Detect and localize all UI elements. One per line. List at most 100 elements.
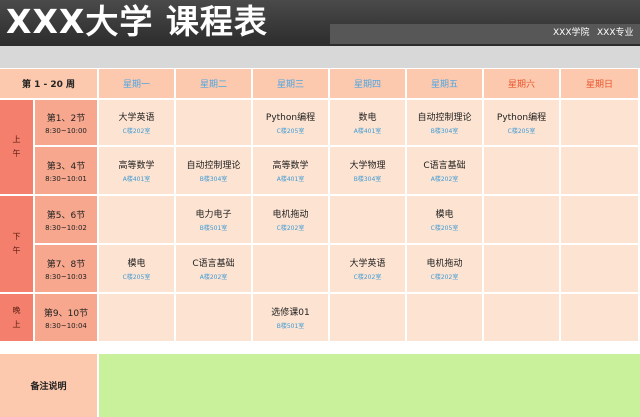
period-time: 8:30~10:03 bbox=[45, 272, 87, 281]
course-cell[interactable]: 大学英语 C楼202室 bbox=[330, 245, 405, 292]
session-label: 下 午 bbox=[12, 232, 21, 255]
course-cell[interactable]: 自动控制理论 B楼304室 bbox=[176, 147, 251, 194]
course-name: C语言基础 bbox=[423, 161, 466, 171]
course-name: 模电 bbox=[127, 259, 146, 269]
course-cell[interactable]: 自动控制理论 B楼304室 bbox=[407, 100, 482, 145]
course-name: 自动控制理论 bbox=[186, 161, 241, 171]
course-cell[interactable]: 模电 C楼205室 bbox=[99, 245, 174, 292]
course-cell[interactable]: 模电 C楼205室 bbox=[407, 196, 482, 243]
empty-cell[interactable] bbox=[330, 196, 405, 243]
course-cell[interactable]: Python编程 C楼205室 bbox=[484, 100, 559, 145]
course-room: A楼401室 bbox=[276, 176, 305, 183]
period-name: 第3、4节 bbox=[46, 161, 86, 172]
course-room: A楼202室 bbox=[199, 274, 228, 281]
period-cell: 第5、6节 8:30~10:02 bbox=[35, 196, 97, 243]
course-name: 高等数学 bbox=[272, 161, 309, 171]
period-name: 第7、8节 bbox=[46, 259, 86, 270]
period-time: 8:30~10:01 bbox=[45, 174, 87, 183]
course-cell[interactable]: 大学英语 C楼202室 bbox=[99, 100, 174, 145]
course-room: C楼205室 bbox=[507, 128, 536, 135]
course-room: A楼401室 bbox=[353, 128, 382, 135]
day-header-label: 星期日 bbox=[585, 80, 613, 90]
course-cell[interactable]: Python编程 C楼205室 bbox=[253, 100, 328, 145]
period-cell: 第9、10节 8:30~10:04 bbox=[35, 294, 97, 341]
divider-bar bbox=[0, 46, 640, 68]
empty-cell[interactable] bbox=[176, 100, 251, 145]
course-room: B楼304室 bbox=[430, 128, 459, 135]
course-name: 大学物理 bbox=[349, 161, 386, 171]
course-cell[interactable]: 电机拖动 C楼202室 bbox=[253, 196, 328, 243]
empty-cell[interactable] bbox=[561, 294, 638, 341]
empty-cell[interactable] bbox=[330, 294, 405, 341]
major-label: XXX专业 bbox=[597, 28, 634, 38]
course-name: 选修课01 bbox=[271, 308, 310, 318]
period-time: 8:30~10:04 bbox=[45, 321, 87, 330]
period-time: 8:30~10:02 bbox=[45, 223, 87, 232]
day-header-label: 星期五 bbox=[430, 80, 458, 90]
period-time: 8:30~10:00 bbox=[45, 126, 87, 135]
empty-cell[interactable] bbox=[561, 100, 638, 145]
course-name: 电机拖动 bbox=[426, 259, 463, 269]
empty-cell[interactable] bbox=[99, 294, 174, 341]
course-room: C楼205室 bbox=[430, 225, 459, 232]
empty-cell[interactable] bbox=[253, 245, 328, 292]
course-room: C楼205室 bbox=[276, 128, 305, 135]
course-room: C楼202室 bbox=[276, 225, 305, 232]
course-name: 自动控制理论 bbox=[417, 113, 472, 123]
course-room: C楼202室 bbox=[430, 274, 459, 281]
empty-cell[interactable] bbox=[484, 196, 559, 243]
course-room: A楼202室 bbox=[430, 176, 459, 183]
course-room: C楼202室 bbox=[353, 274, 382, 281]
page-title: XXX大学 课程表 bbox=[6, 2, 268, 41]
remarks-label: 备注说明 bbox=[0, 354, 97, 417]
week-range-cell: 第 1 - 20 周 bbox=[0, 69, 97, 98]
day-header-label: 星期三 bbox=[276, 80, 304, 90]
header-subbar bbox=[330, 24, 640, 44]
day-header-1: 星期一 bbox=[99, 69, 174, 98]
empty-cell[interactable] bbox=[561, 196, 638, 243]
day-header-2: 星期二 bbox=[176, 69, 251, 98]
course-name: 大学英语 bbox=[118, 113, 155, 123]
day-header-label: 星期二 bbox=[199, 80, 227, 90]
course-cell[interactable]: 高等数学 A楼401室 bbox=[253, 147, 328, 194]
day-header-label: 星期六 bbox=[507, 80, 535, 90]
session-cell: 下 午 bbox=[0, 196, 33, 292]
course-name: 数电 bbox=[358, 113, 377, 123]
period-cell: 第7、8节 8:30~10:03 bbox=[35, 245, 97, 292]
day-header-label: 星期一 bbox=[122, 80, 150, 90]
course-room: B楼501室 bbox=[199, 225, 228, 232]
empty-cell[interactable] bbox=[561, 147, 638, 194]
empty-cell[interactable] bbox=[407, 294, 482, 341]
remarks-area[interactable] bbox=[99, 354, 640, 417]
session-cell: 晚 上 bbox=[0, 294, 33, 341]
course-cell[interactable]: C语言基础 A楼202室 bbox=[407, 147, 482, 194]
course-cell[interactable]: 电机拖动 C楼202室 bbox=[407, 245, 482, 292]
day-header-4: 星期四 bbox=[330, 69, 405, 98]
session-label: 晚 上 bbox=[12, 305, 21, 329]
course-name: C语言基础 bbox=[192, 259, 235, 269]
course-name: Python编程 bbox=[496, 113, 547, 123]
empty-cell[interactable] bbox=[484, 294, 559, 341]
course-cell[interactable]: 数电 A楼401室 bbox=[330, 100, 405, 145]
course-cell[interactable]: 选修课01 B楼501室 bbox=[253, 294, 328, 341]
day-header-7: 星期日 bbox=[561, 69, 638, 98]
period-cell: 第3、4节 8:30~10:01 bbox=[35, 147, 97, 194]
course-name: 高等数学 bbox=[118, 161, 155, 171]
session-cell: 上 午 bbox=[0, 100, 33, 194]
course-room: A楼401室 bbox=[122, 176, 151, 183]
empty-cell[interactable] bbox=[484, 245, 559, 292]
period-cell: 第1、2节 8:30~10:00 bbox=[35, 100, 97, 145]
period-name: 第9、10节 bbox=[43, 308, 89, 319]
empty-cell[interactable] bbox=[484, 147, 559, 194]
course-name: Python编程 bbox=[265, 113, 316, 123]
empty-cell[interactable] bbox=[99, 196, 174, 243]
course-cell[interactable]: 高等数学 A楼401室 bbox=[99, 147, 174, 194]
empty-cell[interactable] bbox=[561, 245, 638, 292]
empty-cell[interactable] bbox=[176, 294, 251, 341]
course-cell[interactable]: 大学物理 B楼304室 bbox=[330, 147, 405, 194]
day-header-3: 星期三 bbox=[253, 69, 328, 98]
course-room: C楼202室 bbox=[122, 128, 151, 135]
course-cell[interactable]: 电力电子 B楼501室 bbox=[176, 196, 251, 243]
course-name: 电机拖动 bbox=[272, 210, 309, 220]
course-cell[interactable]: C语言基础 A楼202室 bbox=[176, 245, 251, 292]
